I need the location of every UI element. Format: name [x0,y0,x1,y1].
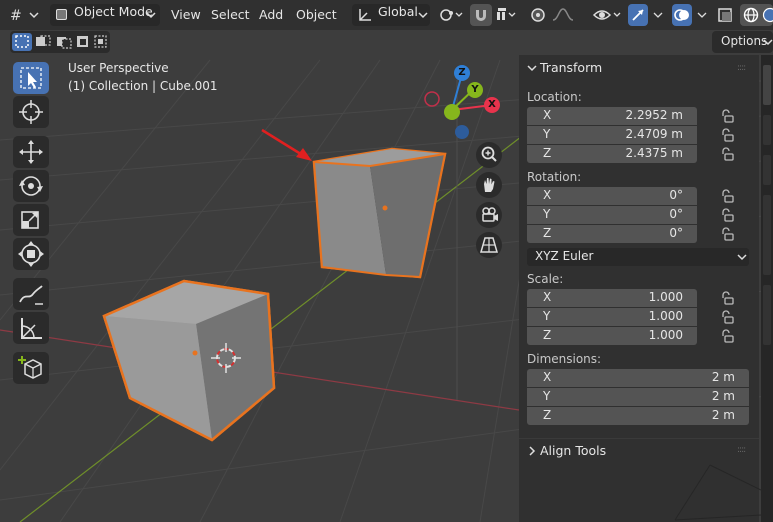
location-y-field[interactable]: Y 2.4709 m [527,126,697,144]
lock-icon[interactable] [721,310,735,324]
chevron-down-icon [418,12,428,19]
lock-icon[interactable] [721,227,735,241]
scale-x-field[interactable]: X 1.000 [527,289,697,307]
scale-tool[interactable] [13,204,49,236]
rotation-z-field[interactable]: Z 0° [527,225,697,243]
transform-fields: X 2.2952 m Y 2.4709 m Z 2.4375 m X 0° Y 0° Z0… [519,55,759,435]
viewport-wire-decoration [674,464,761,521]
select-box-tool[interactable] [13,62,49,94]
gizmo-icon [632,9,644,21]
viewport-collection-label: (1) Collection | Cube.001 [68,79,218,93]
lock-icon[interactable] [721,109,735,123]
scale-y-field[interactable]: Y 1.000 [527,308,697,326]
gizmo-toggle[interactable] [628,4,648,26]
chevron-down-icon [146,12,156,19]
chevron-down-icon [763,39,773,46]
sidebar-tab-view[interactable] [763,155,771,185]
lock-icon[interactable] [721,329,735,343]
solid-sphere-icon [762,7,773,23]
options-button[interactable]: Options [712,31,773,53]
navigation-gizmo[interactable]: Z Y X [420,62,510,144]
menu-select[interactable]: Select [211,4,250,26]
rotate-tool[interactable] [13,170,49,202]
annotate-tool[interactable] [13,278,49,310]
gizmo-y-axis[interactable]: Y [467,82,483,98]
align-tools-title: Align Tools [540,443,607,458]
cube-active[interactable] [100,278,280,443]
sidebar-tab-strip[interactable] [761,55,773,522]
cursor-tool[interactable] [13,96,49,128]
dimensions-x-field[interactable]: X2 m [527,369,749,387]
wireframe-sphere-icon [743,7,759,23]
red-arrow-annotation [261,128,312,161]
zoom-icon[interactable] [476,142,502,168]
gizmo-x-axis[interactable]: X [484,97,500,113]
drag-handle-icon[interactable]: :::: [737,445,746,455]
lock-icon[interactable] [721,147,735,161]
move-tool[interactable] [13,136,49,168]
camera-view-icon[interactable] [476,202,502,228]
location-z-field[interactable]: Z 2.4375 m [527,145,697,163]
overlays-icon [674,9,689,21]
rotation-x-field[interactable]: X 0° [527,187,697,205]
cube-selected[interactable] [300,140,460,285]
visibility-eye-icon[interactable] [592,4,624,26]
proportional-edit-icon[interactable] [528,4,548,26]
lock-icon[interactable] [721,128,735,142]
rotation-y-field[interactable]: Y 0° [527,206,697,224]
menu-add[interactable]: Add [259,4,283,26]
mode-label: Object Mode [74,4,153,19]
menu-view[interactable]: View [171,4,201,26]
xray-toggle-icon[interactable] [716,4,736,26]
orientation-label: Global [378,4,418,19]
lock-icon[interactable] [721,189,735,203]
gizmo-z-axis[interactable]: Z [454,65,470,81]
location-x-field[interactable]: X 2.2952 m [527,107,697,125]
transform-tool[interactable] [13,238,49,270]
falloff-curve-icon[interactable] [550,4,580,26]
pivot-point-icon[interactable] [438,4,466,26]
select-mode-group[interactable] [10,31,110,53]
dimensions-z-field[interactable]: Z2 m [527,407,749,425]
options-label: Options [721,34,768,48]
chevron-right-icon [529,446,536,456]
overlays-toggle[interactable] [672,4,692,26]
add-cube-tool[interactable] [13,352,49,384]
axes-icon [359,9,371,21]
viewport-perspective-label: User Perspective [68,61,169,75]
sidebar-tab-item[interactable] [763,65,771,105]
sidebar-tab-extra2[interactable] [763,285,771,345]
sidebar-tab-tool[interactable] [763,115,771,145]
pan-hand-icon[interactable] [476,172,502,198]
chevron-down-icon[interactable] [696,4,708,26]
chevron-down-icon[interactable] [652,4,664,26]
measure-tool[interactable] [13,312,49,344]
viewport-header: # Object Mode View Select Add Object Glo… [0,0,773,30]
shading-wireframe-button[interactable] [740,4,773,26]
menu-object[interactable]: Object [296,4,337,26]
lock-icon[interactable] [721,291,735,305]
select-subtract-icon[interactable] [54,33,74,51]
3d-cursor-icon[interactable] [211,343,241,373]
editor-type-icon[interactable]: # [8,4,44,26]
dimensions-y-field[interactable]: Y2 m [527,388,749,406]
snap-toggle[interactable] [470,4,492,26]
svg-text:#: # [10,8,22,24]
mode-selector[interactable]: Object Mode [50,4,160,26]
lock-icon[interactable] [721,208,735,222]
orientation-selector[interactable]: Global [352,4,430,26]
select-intersect-icon[interactable] [93,33,109,51]
perspective-grid-icon[interactable] [476,232,502,258]
select-new-icon[interactable] [12,33,32,51]
snap-target-icon[interactable] [494,4,522,26]
magnet-icon [476,10,486,21]
scale-z-field[interactable]: Z 1.000 [527,327,697,345]
select-extend-icon[interactable] [33,33,53,51]
sidebar-tab-extra[interactable] [763,195,771,275]
object-mode-icon [56,9,67,20]
select-invert-icon[interactable] [75,33,91,51]
